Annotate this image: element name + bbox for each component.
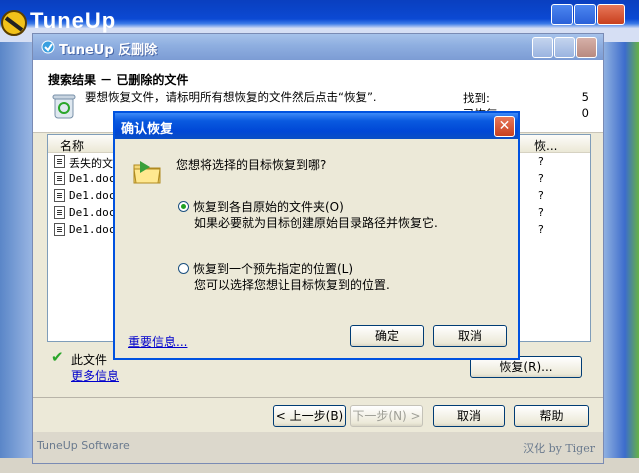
- maximize-button[interactable]: [554, 37, 575, 58]
- back-button[interactable]: < 上一步(B): [273, 405, 346, 427]
- divider: [33, 397, 603, 398]
- important-info-link[interactable]: 重要信息...: [128, 333, 187, 350]
- help-button[interactable]: 帮助: [514, 405, 589, 427]
- cancel-button[interactable]: 取消: [433, 405, 505, 427]
- recycle-bin-icon: [52, 94, 76, 119]
- background-close-button[interactable]: [597, 4, 625, 25]
- radio-original-folder[interactable]: [178, 201, 189, 212]
- option-specified-label[interactable]: 恢复到一个预先指定的位置(L): [193, 260, 353, 277]
- found-label: 找到:: [463, 91, 490, 105]
- background-maximize-button[interactable]: [574, 4, 596, 25]
- footer: TuneUp Software 汉化 by Tiger: [33, 432, 603, 463]
- restore-status: ?: [538, 206, 544, 219]
- document-icon: [54, 155, 65, 168]
- document-icon: [54, 223, 65, 236]
- close-button[interactable]: [576, 37, 597, 58]
- confirm-restore-dialog: 确认恢复 ✕ 您想将选择的目标恢复到哪? 恢复到各自原始的文件夹(O) 如果必要…: [113, 111, 520, 360]
- folder-restore-icon: [133, 161, 161, 184]
- dialog-question: 您想将选择的目标恢复到哪?: [176, 158, 327, 172]
- desktop-right-edge: [604, 42, 639, 473]
- document-icon: [54, 172, 65, 185]
- column-name[interactable]: 名称: [60, 137, 84, 154]
- ok-button[interactable]: 确定: [350, 325, 424, 347]
- dialog-title: 确认恢复: [121, 122, 174, 137]
- footer-logo: TuneUp Software: [37, 439, 130, 452]
- dialog-close-button[interactable]: ✕: [494, 116, 515, 137]
- more-info-link[interactable]: 更多信息: [71, 367, 119, 384]
- restore-status: ?: [538, 189, 544, 202]
- desktop-left-edge: [0, 42, 34, 473]
- background-minimize-button[interactable]: [551, 4, 573, 25]
- app-icon: [41, 40, 55, 54]
- option-original-description: 如果必要就为目标创建原始目录路径并恢复它.: [194, 216, 438, 230]
- window-titlebar[interactable]: TuneUp 反删除: [33, 34, 603, 60]
- footer-credit: 汉化 by Tiger: [523, 442, 595, 455]
- header-description: 要想恢复文件，请标明所有想恢复的文件然后点击“恢复”.: [85, 90, 377, 104]
- option-original-label[interactable]: 恢复到各自原始的文件夹(O): [193, 198, 344, 215]
- dialog-cancel-button[interactable]: 取消: [433, 325, 507, 347]
- restore-status: ?: [538, 223, 544, 236]
- restore-status: ?: [538, 172, 544, 185]
- restore-status: ?: [538, 155, 544, 168]
- option-specified-description: 您可以选择您想让目标恢复到的位置.: [194, 278, 390, 292]
- background-app-title: TuneUp: [30, 8, 117, 33]
- header-title: 搜索结果 － 已删除的文件: [48, 73, 189, 87]
- found-value: 5: [581, 90, 589, 104]
- tuneup-logo-icon: [1, 10, 27, 36]
- dialog-titlebar[interactable]: 确认恢复 ✕: [115, 113, 518, 139]
- file-note: 此文件: [71, 353, 108, 367]
- document-icon: [54, 206, 65, 219]
- radio-specified-location[interactable]: [178, 263, 189, 274]
- document-icon: [54, 189, 65, 202]
- column-restore[interactable]: 恢...: [534, 137, 557, 154]
- restored-value: 0: [581, 106, 589, 120]
- minimize-button[interactable]: [532, 37, 553, 58]
- window-title: TuneUp 反删除: [59, 43, 158, 58]
- next-button[interactable]: 下一步(N) >: [350, 405, 423, 427]
- checkmark-icon: ✔: [51, 348, 64, 366]
